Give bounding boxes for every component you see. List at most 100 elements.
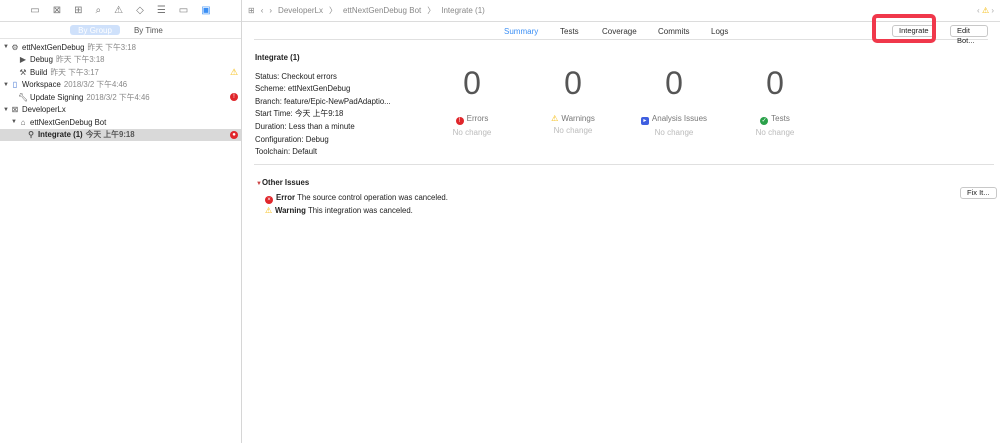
integrate-icon: ⚲ xyxy=(28,130,34,140)
summary-line: Start Time: 今天 上午9:18 xyxy=(255,109,344,119)
folder-icon[interactable]: ▭ xyxy=(30,5,39,16)
item-label: Workspace xyxy=(22,80,61,90)
disclosure-triangle-icon[interactable]: ▼ xyxy=(2,44,10,50)
item-date: 昨天 下午3:17 xyxy=(50,67,99,77)
test-icon[interactable]: ◇ xyxy=(136,5,144,16)
summary-line: Toolchain: Default xyxy=(255,147,317,157)
summary-title: Integrate (1) xyxy=(255,53,300,62)
summary-line: Status: Checkout errors xyxy=(255,71,337,81)
item-date: 昨天 下午3:18 xyxy=(55,55,105,65)
error-icon: ! xyxy=(455,117,464,125)
list-item[interactable]: ▼ ▯ Workspace 2018/3/2 下午4:46 xyxy=(0,79,241,92)
stat-change: No change xyxy=(553,126,593,135)
error-icon: ! xyxy=(230,93,238,102)
item-date: 昨天 下午3:18 xyxy=(87,42,136,52)
stat-change: No change xyxy=(755,128,795,137)
highlight-box xyxy=(872,14,936,43)
issue-kind: Warning xyxy=(275,206,306,215)
list-item-selected[interactable]: ⚲ Integrate (1) 今天 上午9:18 ● xyxy=(0,128,241,141)
breadcrumb-item[interactable]: ettNextGenDebug Bot xyxy=(343,6,421,15)
tab-tests[interactable]: Tests xyxy=(560,27,579,36)
item-date: 2018/3/2 下午4:46 xyxy=(63,80,128,90)
stat-label: Warnings xyxy=(561,114,595,123)
warning-icon[interactable]: ⚠ xyxy=(114,5,123,16)
navigator-selector: ▭ ⊠ ⊞ ⌕ ⚠ ◇ ☰ ▭ ▣ xyxy=(0,0,241,22)
scheme-icon: ⚙ xyxy=(11,42,19,52)
disclosure-triangle-icon[interactable]: ▼ xyxy=(10,119,18,125)
item-label: ettNextGenDebug Bot xyxy=(30,117,107,127)
errors-stat: 0! Errors No change xyxy=(422,65,522,137)
hammer-icon: ⚒ xyxy=(19,67,27,77)
other-issues-header[interactable]: ▼Other Issues xyxy=(256,176,448,191)
error-icon: × xyxy=(265,196,273,204)
stat-value: 0 xyxy=(564,65,582,101)
forward-icon[interactable]: › xyxy=(269,6,272,15)
issue-row[interactable]: × Error The source control operation was … xyxy=(256,191,448,204)
list-item[interactable]: ▼ ⊠ DeveloperLx xyxy=(0,104,241,117)
tab-logs[interactable]: Logs xyxy=(711,27,728,36)
stat-label: Tests xyxy=(771,114,790,123)
item-label: Build xyxy=(30,67,48,77)
navigator-sidebar: ▭ ⊠ ⊞ ⌕ ⚠ ◇ ☰ ▭ ▣ By Group By Time ▼ ⚙ ett… xyxy=(0,0,242,443)
warning-icon: ⚠ xyxy=(981,6,990,15)
analyzer-icon: ▸ xyxy=(640,117,649,125)
list-item[interactable]: ▶ Debug 昨天 下午3:18 xyxy=(0,54,241,67)
breadcrumb-item[interactable]: DeveloperLx xyxy=(278,6,323,15)
edit-bot-button[interactable]: Edit Bot... xyxy=(950,25,988,45)
stat-change: No change xyxy=(452,128,492,137)
issue-text: The source control operation was cancele… xyxy=(297,193,448,202)
server-icon: ⊠ xyxy=(11,105,19,115)
integration-summary: Integrate (1) Status: Checkout errors Sc… xyxy=(255,52,391,159)
by-group-button[interactable]: By Group xyxy=(70,25,120,35)
play-icon: ▶ xyxy=(19,55,27,65)
grid-icon[interactable]: ⊞ xyxy=(248,6,255,15)
chevron-right-icon: 〉 xyxy=(328,6,337,15)
disclosure-triangle-icon[interactable]: ▼ xyxy=(2,107,10,113)
tab-summary[interactable]: Summary xyxy=(504,27,538,36)
list-item[interactable]: 🔧︎ Update Signing 2018/3/2 下午4:46! xyxy=(0,91,241,104)
item-label: Debug xyxy=(30,55,53,65)
stat-change: No change xyxy=(654,128,694,137)
warning-icon: ⚠ xyxy=(551,114,559,123)
list-item[interactable]: ▼ ⚙ ettNextGenDebug 昨天 下午3:18 xyxy=(0,41,241,54)
list-item[interactable]: ▼ ⌂ ettNextGenDebug Bot xyxy=(0,116,241,129)
issue-row[interactable]: ⚠ Warning This integration was canceled. xyxy=(256,204,448,217)
item-label: ettNextGenDebug xyxy=(22,42,85,52)
issue-navigator[interactable]: ‹ ⚠ › xyxy=(977,6,994,15)
divider xyxy=(254,164,994,165)
breadcrumb-item[interactable]: Integrate (1) xyxy=(441,6,485,15)
back-icon[interactable]: ‹ xyxy=(261,6,264,15)
stat-label: Analysis Issues xyxy=(651,114,708,123)
item-date: 今天 上午9:18 xyxy=(85,130,135,140)
stat-value: 0 xyxy=(463,65,481,101)
other-issues-section: ▼Other Issues × Error The source control … xyxy=(256,176,448,217)
analysis-issues-stat: 0 ▸ Analysis Issues No change xyxy=(624,65,724,137)
editor-area: ⊞ ‹ › DeveloperLx 〉 ettNextGenDebug Bot 〉 … xyxy=(242,0,1000,443)
tab-coverage[interactable]: Coverage xyxy=(602,27,637,36)
search-icon[interactable]: ⌕ xyxy=(96,5,102,16)
breakpoint-icon[interactable]: ▭ xyxy=(179,5,188,16)
debug-icon[interactable]: ☰ xyxy=(157,5,166,16)
stat-label: Errors xyxy=(466,114,489,123)
report-icon[interactable]: ▣ xyxy=(201,5,210,16)
fix-it-button[interactable]: Fix It... xyxy=(960,187,997,199)
tab-commits[interactable]: Commits xyxy=(658,27,690,36)
section-title: Other Issues xyxy=(261,178,310,187)
chevron-right-icon: 〉 xyxy=(427,6,436,15)
hierarchy-icon[interactable]: ⊞ xyxy=(74,5,82,16)
item-label: DeveloperLx xyxy=(22,105,66,115)
check-icon: ✓ xyxy=(760,117,769,125)
summary-line: Configuration: Debug xyxy=(255,134,329,144)
error-icon: ● xyxy=(230,130,238,139)
by-time-button[interactable]: By Time xyxy=(126,25,171,35)
summary-line: Duration: Less than a minute xyxy=(255,121,355,131)
source-control-icon[interactable]: ⊠ xyxy=(53,5,61,16)
stat-value: 0 xyxy=(665,65,683,101)
item-label: Update Signing xyxy=(30,92,84,102)
warning-icon: ⚠ xyxy=(265,206,272,215)
list-item[interactable]: ⚒ Build 昨天 下午3:17 ⚠ xyxy=(0,66,241,79)
workspace-icon: ▯ xyxy=(12,80,18,90)
stat-value: 0 xyxy=(766,65,784,101)
disclosure-triangle-icon[interactable]: ▼ xyxy=(2,82,10,88)
issue-kind: Error xyxy=(276,193,296,202)
